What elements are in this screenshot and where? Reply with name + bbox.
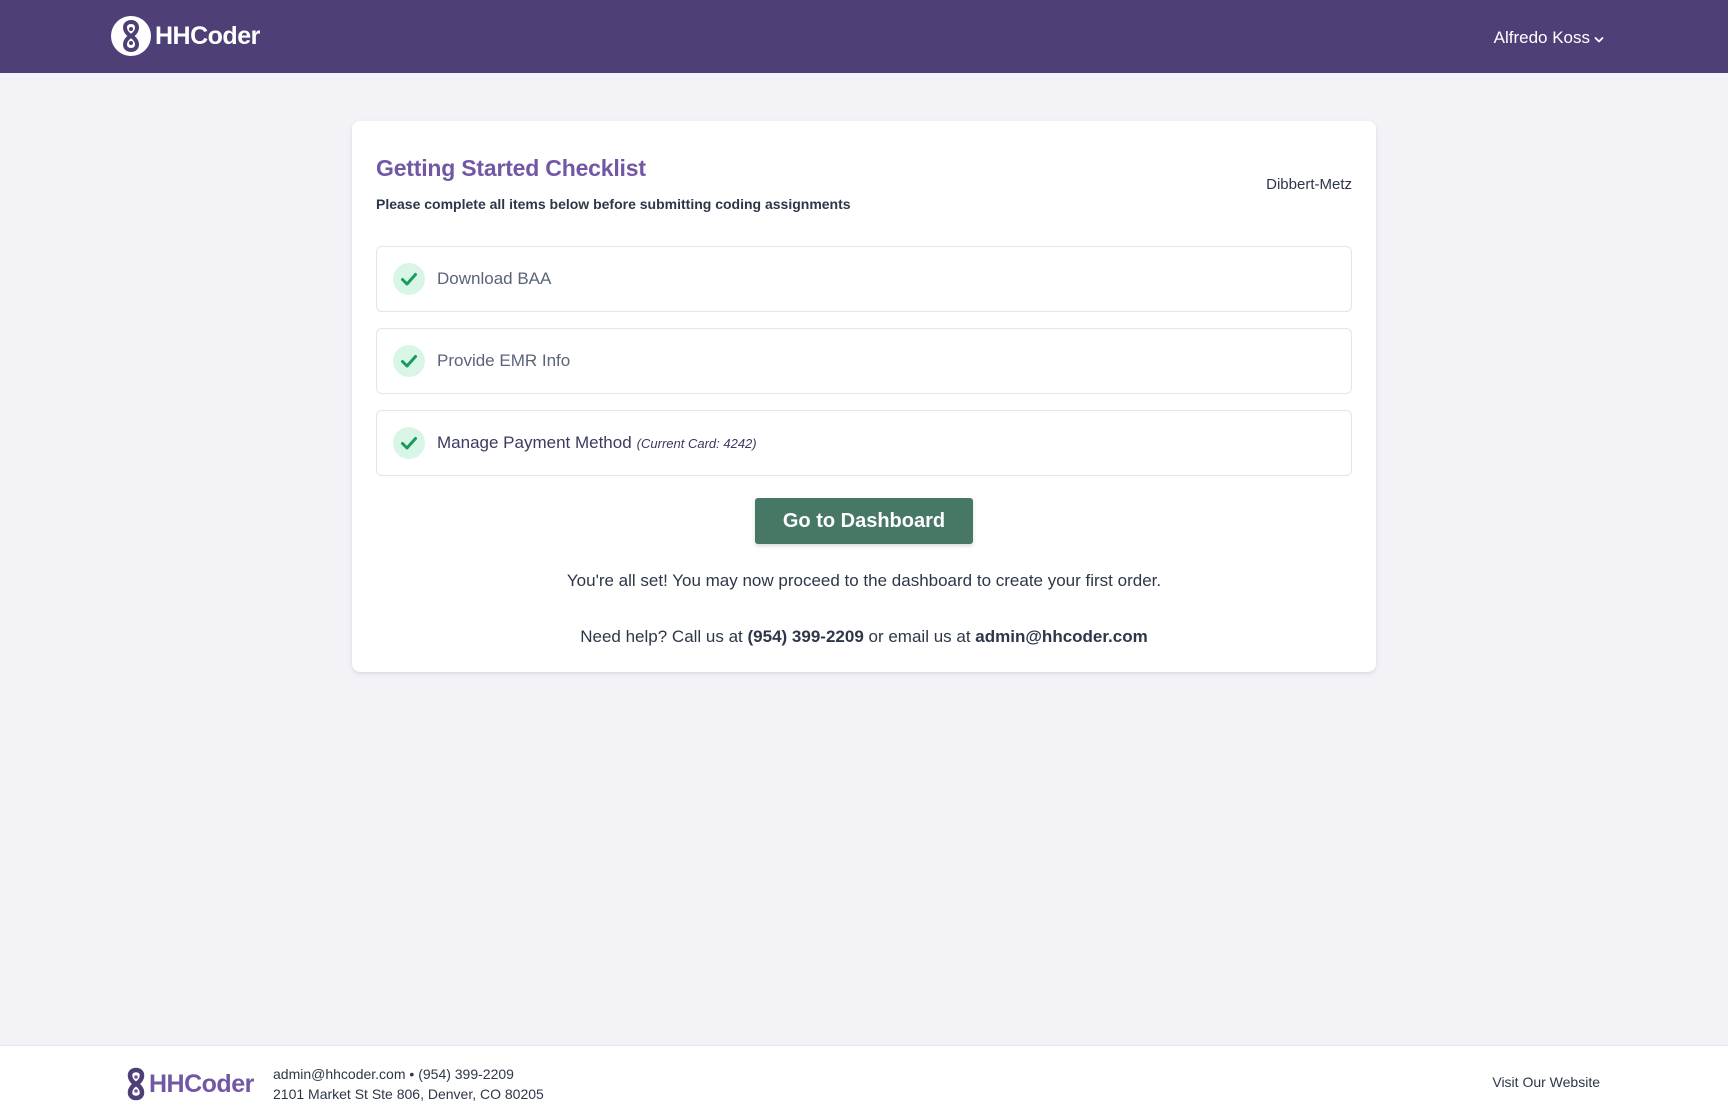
footer-address: 2101 Market St Ste 806, Denver, CO 80205 (273, 1086, 544, 1102)
footer-phone-link[interactable]: (954) 399-2209 (418, 1066, 514, 1082)
brand-name: HHCoder (155, 21, 260, 50)
checklist-item-label: Download BAA (437, 269, 552, 288)
checklist-subtitle: Please complete all items below before s… (376, 196, 851, 212)
checklist-item-label: Provide EMR Info (437, 351, 571, 370)
checklist-item-download-baa[interactable]: Download BAA (376, 246, 1352, 312)
footer-separator: • (409, 1066, 415, 1082)
user-name: Alfredo Koss (1493, 28, 1590, 47)
help-text: Need help? Call us at (954) 399-2209 or … (352, 627, 1376, 647)
footer-brand: HHCoder (125, 1066, 254, 1102)
help-prefix: Need help? Call us at (580, 627, 743, 646)
hhcoder-logo-icon (127, 1067, 145, 1101)
current-card-note: (Current Card: 4242) (636, 435, 757, 451)
go-to-dashboard-button[interactable]: Go to Dashboard (755, 498, 973, 544)
help-phone-link[interactable]: (954) 399-2209 (748, 627, 864, 646)
page-footer: HHCoder admin@hhcoder.com • (954) 399-22… (0, 1045, 1728, 1117)
footer-brand-name: HHCoder (149, 1069, 254, 1098)
organization-name: Dibbert-Metz (1266, 176, 1352, 193)
checklist-card: Getting Started Checklist Please complet… (352, 121, 1376, 672)
checklist-item-provide-emr-info[interactable]: Provide EMR Info (376, 328, 1352, 394)
footer-contact: admin@hhcoder.com • (954) 399-2209 2101 … (273, 1064, 544, 1104)
completion-message: You're all set! You may now proceed to t… (566, 571, 1162, 590)
check-circle-icon (393, 345, 425, 377)
brand-logo-link[interactable]: HHCoder (111, 15, 260, 57)
visit-website-link[interactable]: Visit Our Website (1492, 1074, 1600, 1090)
checklist-item-manage-payment-method[interactable]: Manage Payment Method (Current Card: 424… (376, 410, 1352, 476)
check-circle-icon (393, 263, 425, 295)
checklist-item-label: Manage Payment Method (437, 433, 632, 452)
help-middle: or email us at (868, 627, 971, 646)
chevron-down-icon (1594, 37, 1604, 43)
footer-email-link[interactable]: admin@hhcoder.com (273, 1066, 406, 1082)
page-title: Getting Started Checklist (376, 155, 646, 181)
check-circle-icon (393, 427, 425, 459)
help-email-link[interactable]: admin@hhcoder.com (975, 627, 1147, 646)
top-navbar: HHCoder Alfredo Koss (0, 0, 1728, 73)
user-menu-dropdown[interactable]: Alfredo Koss (1494, 28, 1604, 48)
hhcoder-logo-icon (111, 16, 151, 56)
